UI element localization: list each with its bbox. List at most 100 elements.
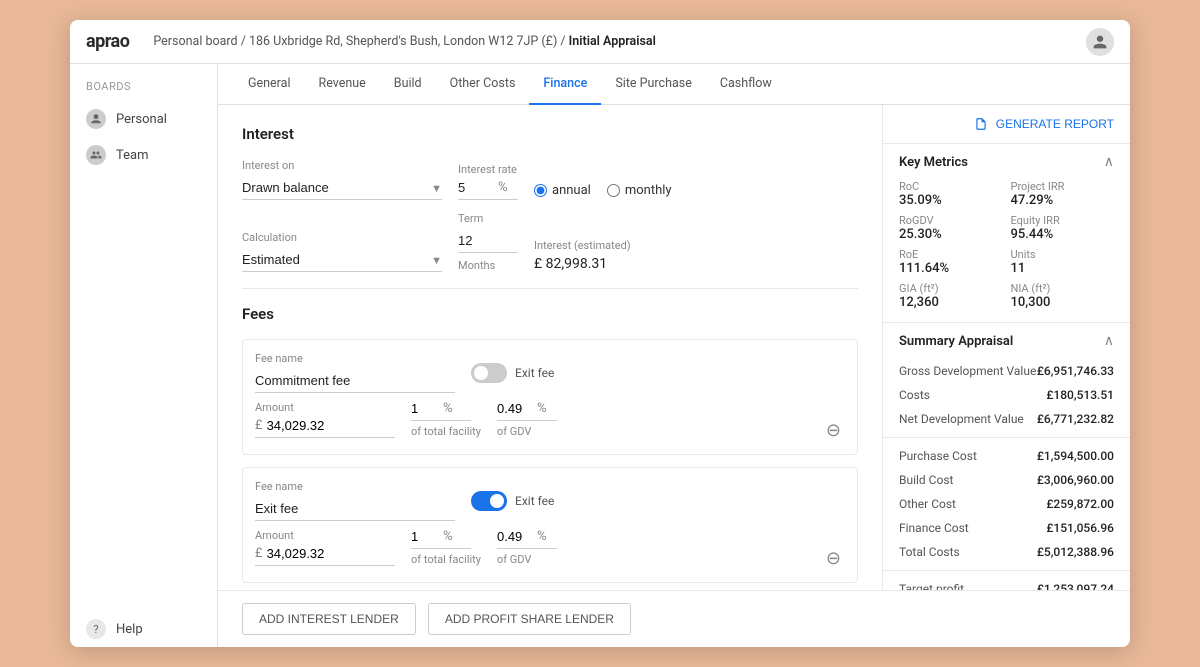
summary-appraisal-header[interactable]: Summary Appraisal ∧ <box>883 323 1130 359</box>
summary-row-total-costs: Total Costs £5,012,388.96 <box>883 540 1130 564</box>
commitment-exit-fee-toggle-group: Exit fee <box>471 363 554 383</box>
radio-annual-input[interactable] <box>534 184 547 197</box>
sidebar-item-team[interactable]: Team <box>70 137 217 173</box>
interest-on-label: Interest on <box>242 159 442 172</box>
commitment-remove-button[interactable]: ⊖ <box>822 421 845 439</box>
radio-monthly[interactable]: monthly <box>607 183 672 198</box>
tab-finance[interactable]: Finance <box>529 64 601 105</box>
exit-gdv-display: % <box>497 529 557 549</box>
footer-buttons: ADD INTEREST LENDER ADD PROFIT SHARE LEN… <box>218 590 1130 647</box>
exit-fee-toggle-group: Exit fee <box>471 491 554 511</box>
left-panel: Interest Interest on Drawn balance Full … <box>218 105 882 590</box>
metric-rogdv-value: 25.30% <box>899 227 1003 242</box>
summary-row-costs: Costs £180,513.51 <box>883 383 1130 407</box>
commitment-gdv-input[interactable] <box>497 401 533 416</box>
commitment-amount-label: Amount <box>255 401 395 414</box>
summary-appraisal-section: Summary Appraisal ∧ Gross Development Va… <box>883 322 1130 590</box>
metric-roe-label: RoE <box>899 248 1003 261</box>
commitment-exit-fee-toggle[interactable] <box>471 363 507 383</box>
sidebar-item-personal[interactable]: Personal <box>70 101 217 137</box>
metric-nia-label: NIA (ft²) <box>1011 282 1115 295</box>
breadcrumb-address[interactable]: 186 Uxbridge Rd, Shepherd's Bush, London… <box>249 34 557 49</box>
term-label: Term <box>458 212 518 225</box>
commitment-fee-label: Fee name <box>255 352 455 365</box>
target-profit-value: £1,253,097.24 <box>1037 582 1114 590</box>
commitment-fee-input[interactable] <box>255 369 455 393</box>
metric-equity-irr-value: 95.44% <box>1011 227 1115 242</box>
target-profit-label: Target profit <box>899 582 964 590</box>
exit-fee-row: Fee name Exit fee <box>255 480 845 521</box>
exit-amount-label: Amount <box>255 529 395 542</box>
breadcrumb: Personal board / 186 Uxbridge Rd, Shephe… <box>153 34 1086 49</box>
exit-gdv-group: % of GDV <box>497 529 557 566</box>
tab-general[interactable]: General <box>234 64 305 105</box>
total-costs-label: Total Costs <box>899 545 960 559</box>
exit-toggle-slider <box>471 491 507 511</box>
summary-appraisal-title: Summary Appraisal <box>899 334 1013 349</box>
interest-estimated-group: Interest (estimated) £ 82,998.31 <box>534 239 631 272</box>
metric-project-irr-label: Project IRR <box>1011 180 1115 193</box>
sidebar-item-help[interactable]: ? Help <box>70 611 217 647</box>
exit-percent-input[interactable] <box>411 529 439 544</box>
generate-report-row: GENERATE REPORT <box>883 105 1130 144</box>
finance-cost-value: £151,056.96 <box>1046 521 1114 535</box>
tab-site-purchase[interactable]: Site Purchase <box>601 64 705 105</box>
exit-fee-input[interactable] <box>255 497 455 521</box>
commitment-amount-row: Amount £ % <box>255 401 845 438</box>
person-icon <box>86 109 106 129</box>
ndv-label: Net Development Value <box>899 412 1024 426</box>
sidebar: Boards Personal Team <box>70 64 218 647</box>
key-metrics-title: Key Metrics <box>899 155 968 170</box>
breadcrumb-board[interactable]: Personal board <box>153 34 237 49</box>
radio-monthly-input[interactable] <box>607 184 620 197</box>
interest-on-select[interactable]: Drawn balance Full facility <box>242 176 442 200</box>
calculation-select[interactable]: Estimated Actual <box>242 248 442 272</box>
tab-other-costs[interactable]: Other Costs <box>436 64 530 105</box>
app-window: aprao Personal board / 186 Uxbridge Rd, … <box>70 20 1130 647</box>
breadcrumb-active: Initial Appraisal <box>569 34 656 49</box>
tab-revenue[interactable]: Revenue <box>305 64 380 105</box>
sidebar-team-label: Team <box>116 148 149 163</box>
tab-cashflow[interactable]: Cashflow <box>706 64 786 105</box>
finance-cost-label: Finance Cost <box>899 521 969 535</box>
generate-report-label: GENERATE REPORT <box>996 117 1114 131</box>
add-profit-share-lender-button[interactable]: ADD PROFIT SHARE LENDER <box>428 603 631 635</box>
interest-rate-group: Interest rate % <box>458 163 518 200</box>
metric-equity-irr-label: Equity IRR <box>1011 214 1115 227</box>
exit-fee-toggle[interactable] <box>471 491 507 511</box>
user-avatar[interactable] <box>1086 28 1114 56</box>
gdv-value: £6,951,746.33 <box>1037 364 1114 378</box>
interest-rate-suffix: % <box>498 180 508 195</box>
add-interest-lender-button[interactable]: ADD INTEREST LENDER <box>242 603 416 635</box>
interest-rate-input[interactable] <box>458 180 494 195</box>
commitment-amount-group: Amount £ <box>255 401 395 438</box>
exit-gdv-input[interactable] <box>497 529 533 544</box>
tab-build[interactable]: Build <box>380 64 436 105</box>
term-input[interactable] <box>458 229 518 253</box>
metric-nia-value: 10,300 <box>1011 295 1115 310</box>
exit-remove-button[interactable]: ⊖ <box>822 549 845 567</box>
calculation-group: Calculation Estimated Actual ▼ <box>242 231 442 272</box>
metric-rogdv-label: RoGDV <box>899 214 1003 227</box>
commitment-percent-suffix: % <box>443 401 453 416</box>
key-metrics-header[interactable]: Key Metrics ∧ <box>883 144 1130 180</box>
interest-period-group: annual monthly <box>534 183 672 200</box>
metric-roc: RoC 35.09% <box>899 180 1003 208</box>
purchase-cost-label: Purchase Cost <box>899 449 977 463</box>
generate-report-button[interactable]: GENERATE REPORT <box>883 105 1130 143</box>
radio-annual[interactable]: annual <box>534 183 591 198</box>
summary-divider-1 <box>883 437 1130 438</box>
exit-amount-input[interactable] <box>267 546 367 561</box>
topbar: aprao Personal board / 186 Uxbridge Rd, … <box>70 20 1130 64</box>
exit-of-gdv-label: of GDV <box>497 553 557 566</box>
commitment-percent-input[interactable] <box>411 401 439 416</box>
fees-title: Fees <box>242 305 858 323</box>
group-icon <box>86 145 106 165</box>
commitment-gdv-display: % <box>497 401 557 421</box>
interest-on-select-wrapper: Drawn balance Full facility ▼ <box>242 176 442 200</box>
commitment-percent-group: % of total facility <box>411 401 481 438</box>
interest-row-1: Interest on Drawn balance Full facility … <box>242 159 858 200</box>
exit-percent-group: % of total facility <box>411 529 481 566</box>
other-cost-label: Other Cost <box>899 497 956 511</box>
commitment-amount-input[interactable] <box>267 418 367 433</box>
